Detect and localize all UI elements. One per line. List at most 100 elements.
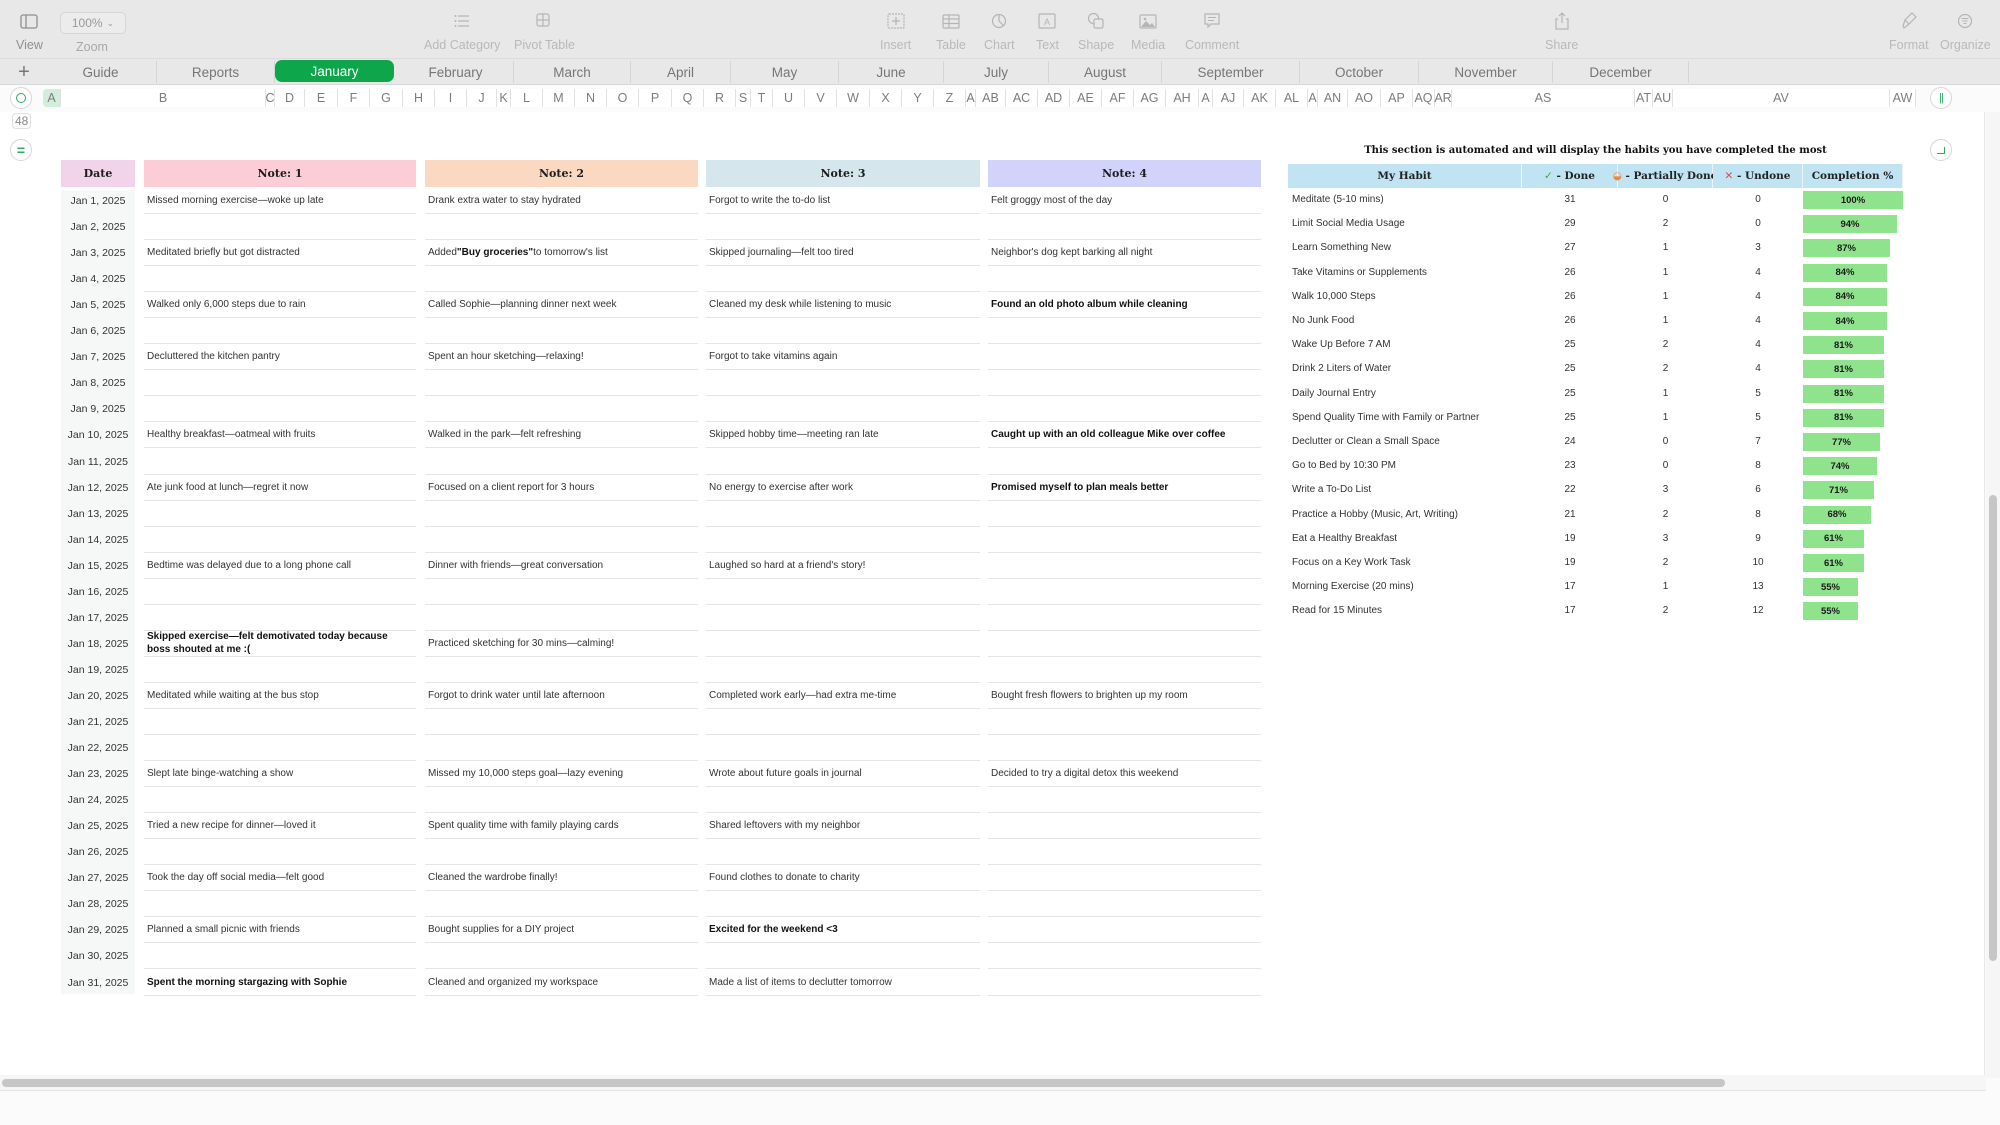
column-header-l[interactable]: L — [511, 89, 543, 107]
note-cell-n2[interactable]: Dinner with friends—great conversation — [425, 553, 698, 579]
note-cell-n1[interactable]: Missed morning exercise—woke up late — [144, 188, 416, 214]
note-cell-n1[interactable] — [144, 657, 416, 683]
tab-october[interactable]: October — [1300, 61, 1419, 83]
table-button[interactable]: Table — [936, 12, 966, 52]
note-cell-n2[interactable] — [425, 527, 698, 553]
note-cell-n2[interactable] — [425, 396, 698, 423]
note-cell-n2[interactable]: Forgot to drink water until late afterno… — [425, 683, 698, 709]
note-cell-n3[interactable]: Shared leftovers with my neighbor — [706, 813, 980, 840]
column-header-af[interactable]: AF — [1102, 89, 1134, 107]
note-cell-n2[interactable] — [425, 735, 698, 762]
tab-december[interactable]: December — [1553, 61, 1689, 83]
note-cell-n1[interactable]: Skipped exercise—felt demotivated today … — [144, 631, 416, 657]
note-cell-n1[interactable]: Decluttered the kitchen pantry — [144, 344, 416, 371]
date-cell[interactable]: Jan 30, 2025 — [61, 943, 135, 969]
note-cell-n3[interactable] — [706, 318, 980, 345]
chart-button[interactable]: Chart — [984, 12, 1015, 52]
note-cell-n2[interactable]: Spent an hour sketching—relaxing! — [425, 344, 698, 371]
tab-june[interactable]: June — [839, 61, 944, 83]
note-cell-n1[interactable]: Healthy breakfast—oatmeal with fruits — [144, 422, 416, 449]
column-header-ad[interactable]: AD — [1038, 89, 1070, 107]
note-cell-n2[interactable]: Bought supplies for a DIY project — [425, 917, 698, 944]
column-header-p[interactable]: P — [639, 89, 672, 107]
note-cell-n4[interactable]: Found an old photo album while cleaning — [988, 292, 1261, 319]
note-cell-n4[interactable] — [988, 813, 1261, 840]
note-cell-n1[interactable] — [144, 787, 416, 814]
note-cell-n4[interactable] — [988, 970, 1261, 996]
tab-november[interactable]: November — [1419, 61, 1553, 83]
note-cell-n4[interactable] — [988, 605, 1261, 631]
note-cell-n2[interactable] — [425, 657, 698, 683]
note-cell-n1[interactable]: Spent the morning stargazing with Sophie — [144, 970, 416, 996]
column-header-h[interactable]: H — [403, 89, 435, 107]
note-cell-n1[interactable]: Walked only 6,000 steps due to rain — [144, 292, 416, 319]
date-cell[interactable]: Jan 8, 2025 — [61, 370, 135, 396]
column-header-aj[interactable]: AJ — [1213, 89, 1244, 107]
tab-april[interactable]: April — [631, 61, 731, 83]
column-header-ap[interactable]: AP — [1381, 89, 1413, 107]
note-cell-n4[interactable] — [988, 344, 1261, 371]
note-cell-n1[interactable]: Ate junk food at lunch—regret it now — [144, 475, 416, 501]
date-cell[interactable]: Jan 13, 2025 — [61, 501, 135, 527]
note-cell-n3[interactable] — [706, 735, 980, 762]
note-cell-n3[interactable] — [706, 709, 980, 735]
note-cell-n2[interactable] — [425, 370, 698, 397]
column-header-z[interactable]: Z — [934, 89, 966, 107]
note-cell-n3[interactable] — [706, 527, 980, 553]
view-button[interactable]: View — [16, 12, 43, 52]
note-cell-n1[interactable]: Bedtime was delayed due to a long phone … — [144, 553, 416, 579]
note-cell-n1[interactable] — [144, 527, 416, 553]
date-cell[interactable]: Jan 25, 2025 — [61, 813, 135, 839]
freeze-columns-button[interactable]: || — [1930, 87, 1952, 109]
tab-reports[interactable]: Reports — [157, 61, 275, 83]
note-cell-n3[interactable]: Wrote about future goals in journal — [706, 761, 980, 788]
note-cell-n4[interactable] — [988, 396, 1261, 423]
date-cell[interactable]: Jan 24, 2025 — [61, 787, 135, 813]
table-resize-handle[interactable] — [1930, 139, 1952, 161]
insert-button[interactable]: Insert — [880, 12, 911, 52]
note-cell-n1[interactable] — [144, 396, 416, 423]
note-cell-n2[interactable] — [425, 709, 698, 735]
column-header-ag[interactable]: AG — [1134, 89, 1166, 107]
column-header-ar[interactable]: AR — [1434, 89, 1452, 107]
date-cell[interactable]: Jan 11, 2025 — [61, 449, 135, 475]
note-cell-n4[interactable] — [988, 214, 1261, 241]
column-header-aq[interactable]: AQ — [1413, 89, 1435, 107]
column-header-av[interactable]: AV — [1673, 89, 1890, 107]
date-cell[interactable]: Jan 29, 2025 — [61, 917, 135, 943]
date-cell[interactable]: Jan 31, 2025 — [61, 970, 135, 996]
note-cell-n4[interactable]: Bought fresh flowers to brighten up my r… — [988, 683, 1261, 709]
note-cell-n4[interactable] — [988, 553, 1261, 579]
note-cell-n2[interactable]: Practiced sketching for 30 mins—calming! — [425, 631, 698, 657]
note-cell-n3[interactable]: Excited for the weekend <3 — [706, 917, 980, 944]
note-cell-n2[interactable]: Cleaned and organized my workspace — [425, 970, 698, 996]
vertical-scroll-thumb[interactable] — [1989, 495, 1997, 961]
note-cell-n4[interactable] — [988, 370, 1261, 397]
note-cell-n4[interactable] — [988, 839, 1261, 866]
note-cell-n4[interactable] — [988, 657, 1261, 683]
column-header-a[interactable]: A — [43, 89, 61, 107]
note-cell-n3[interactable] — [706, 605, 980, 631]
note-cell-n2[interactable]: Spent quality time with family playing c… — [425, 813, 698, 840]
text-button[interactable]: A Text — [1036, 12, 1059, 52]
note-cell-n2[interactable] — [425, 891, 698, 918]
note-cell-n4[interactable] — [988, 501, 1261, 527]
note-cell-n1[interactable] — [144, 501, 416, 527]
column-header-g[interactable]: G — [370, 89, 403, 107]
date-cell[interactable]: Jan 27, 2025 — [61, 865, 135, 891]
note-cell-n3[interactable] — [706, 657, 980, 683]
note-cell-n3[interactable] — [706, 370, 980, 397]
date-cell[interactable]: Jan 17, 2025 — [61, 605, 135, 631]
note-cell-n3[interactable]: Forgot to write the to-do list — [706, 188, 980, 214]
date-cell[interactable]: Jan 1, 2025 — [61, 188, 135, 214]
note-cell-n3[interactable]: Completed work early—had extra me-time — [706, 683, 980, 709]
note-cell-n4[interactable] — [988, 709, 1261, 735]
note-cell-n1[interactable] — [144, 449, 416, 475]
note-cell-n3[interactable] — [706, 631, 980, 657]
column-header-ah[interactable]: AH — [1166, 89, 1199, 107]
column-header-d[interactable]: D — [275, 89, 305, 107]
column-header-al[interactable]: AL — [1276, 89, 1308, 107]
column-header-o[interactable]: O — [607, 89, 639, 107]
tab-january[interactable]: January — [275, 60, 394, 82]
note-cell-n3[interactable] — [706, 579, 980, 605]
